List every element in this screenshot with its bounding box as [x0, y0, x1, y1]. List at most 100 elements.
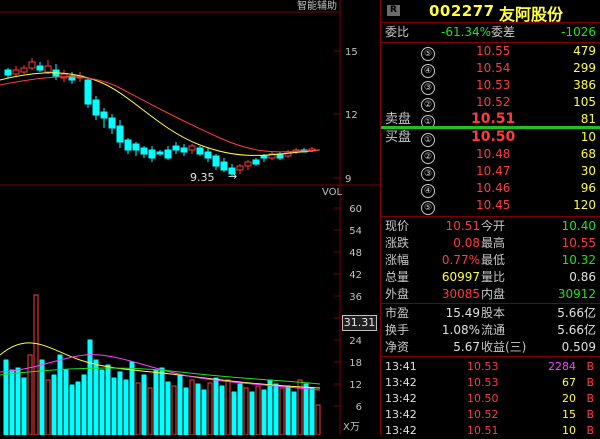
vol-unit: X万: [343, 422, 360, 433]
stat-label: 现价: [385, 219, 410, 233]
webi-row: 委比 -61.34% 委差 -1026: [381, 24, 600, 41]
stat-label: 今开: [481, 219, 506, 233]
volume-bar: [9, 369, 15, 435]
stat-label: 量比: [481, 270, 506, 284]
volume-bar: [153, 369, 159, 435]
stat-label: 最高: [481, 236, 506, 250]
volume-bar: [273, 383, 279, 435]
stat-label: 涨跌: [385, 236, 410, 250]
volume-bar: [201, 389, 207, 435]
fund-row: 市盈 15.49 股本 5.66亿: [381, 305, 600, 322]
tick-volume: 15: [562, 408, 576, 421]
asks-volume: 479: [573, 44, 596, 58]
candle-body: [116, 125, 124, 143]
fund-value: 15.49: [445, 306, 480, 320]
low-price-marker: 9.35: [190, 171, 215, 184]
candle-body: [236, 165, 244, 171]
level-number: ③: [421, 164, 435, 181]
vol-tick-label: 12: [349, 380, 362, 391]
volume-bar: [177, 375, 183, 435]
volume-bar: [99, 369, 105, 435]
level-number: ⑤: [421, 198, 435, 215]
helper-label[interactable]: 智能辅助: [297, 0, 337, 12]
tick-row[interactable]: 13:42 10.50 20 B: [381, 390, 600, 407]
asks-row: ④ 10.54 299: [381, 60, 600, 78]
stat-value: 30085: [441, 287, 480, 301]
stat-row: 涨幅 0.77% 最低 10.32: [381, 252, 600, 269]
kline-chart[interactable]: 智能辅助 15129 9.35 → VOL 605448423630241812…: [0, 0, 380, 435]
candle-body: [204, 151, 212, 159]
tick-time: 13:42: [385, 376, 417, 389]
volume-bar: [261, 389, 267, 435]
volume-bar: [243, 387, 249, 435]
volume-bar: [285, 385, 291, 435]
low-price-arrow: →: [228, 170, 237, 183]
asks-price: 10.52: [476, 95, 511, 109]
r-badge[interactable]: R: [387, 5, 400, 16]
stock-code: 002277: [429, 2, 495, 20]
tick-row[interactable]: 13:42 10.52 15 B: [381, 406, 600, 423]
volume-bar: [195, 383, 201, 435]
tick-time: 13:42: [385, 392, 417, 405]
tick-time: 13:41: [385, 360, 417, 373]
vol-tick-label: 42: [349, 270, 362, 281]
volume-bar: [123, 379, 129, 435]
vol-tick-label: 24: [349, 336, 362, 347]
tick-side: B: [586, 424, 594, 437]
price-tick-label: 15: [345, 47, 358, 58]
volume-bar: [45, 379, 51, 435]
tick-price: 10.53: [467, 360, 499, 373]
volume-bar: [117, 371, 123, 435]
price-tick-label: 12: [345, 110, 358, 121]
candle-body: [212, 155, 220, 167]
vol-tick-label: 6: [356, 402, 362, 413]
stat-row: 现价 10.51 今开 10.40: [381, 218, 600, 235]
volume-bar: [183, 387, 189, 435]
stat-label: 内盘: [481, 287, 506, 301]
volume-bar: [165, 381, 171, 435]
asks-volume: 299: [573, 61, 596, 75]
volume-bar: [249, 391, 255, 435]
bids-volume: 120: [573, 198, 596, 212]
fund-label: 换手: [385, 323, 410, 337]
ma-line-red: [0, 76, 321, 153]
level-number: ⑤: [421, 44, 435, 61]
webi-value: -61.34%: [441, 25, 492, 39]
stat-row: 总量 60997 量比 0.86: [381, 269, 600, 286]
candle-body: [172, 145, 180, 151]
level-number: ③: [421, 78, 435, 95]
candle-body: [132, 143, 140, 151]
vol-tick-label: 48: [349, 248, 362, 259]
tick-row[interactable]: 13:42 10.51 10 B: [381, 422, 600, 439]
level-circle: ③: [421, 81, 435, 95]
stat-value: 10.40: [561, 219, 596, 233]
ma-line-yellow: [0, 72, 321, 156]
volume-bar: [129, 361, 135, 435]
volume-bar: [303, 383, 309, 435]
candle-body: [276, 153, 284, 159]
weicha-value: -1026: [561, 25, 596, 39]
webi-label: 委比: [385, 25, 410, 39]
volume-bar: [105, 364, 111, 435]
tick-volume: 67: [562, 376, 576, 389]
volume-bar: [291, 391, 297, 435]
candle-body: [36, 65, 44, 71]
vol-tick-label: 60: [349, 204, 362, 215]
volume-bar: [267, 379, 273, 435]
volume-bar: [231, 391, 237, 435]
candle-body: [100, 111, 108, 119]
fund-label: 市盈: [385, 306, 410, 320]
bids-volume: 96: [580, 181, 596, 195]
volume-bar: [15, 367, 21, 435]
candle-body: [164, 149, 172, 159]
vol-label: VOL: [322, 187, 343, 198]
tick-row[interactable]: 13:41 10.53 2284 B: [381, 358, 600, 375]
volume-bar: [279, 387, 285, 435]
candle-body: [196, 147, 204, 155]
level-circle: ⑤: [421, 201, 435, 215]
volume-bar: [159, 367, 165, 435]
volume-bar: [33, 294, 39, 435]
volume-bar: [111, 377, 117, 435]
volume-bar: [135, 382, 141, 435]
tick-row[interactable]: 13:42 10.53 67 B: [381, 374, 600, 391]
